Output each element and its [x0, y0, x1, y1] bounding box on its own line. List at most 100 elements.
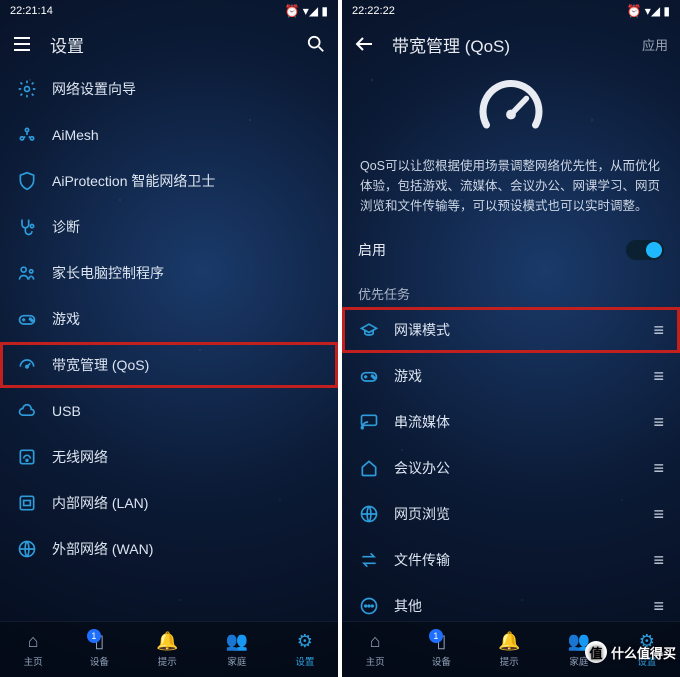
sidebar-item-wan[interactable]: 外部网络 (WAN) — [0, 526, 338, 572]
lan-icon — [16, 492, 38, 514]
watermark: 值 什么值得买 — [585, 641, 676, 663]
status-icons: ⏰ ▾◢ ▮ — [627, 4, 670, 18]
header: 设置 — [0, 22, 338, 66]
task-item-online-class[interactable]: 网课模式 ≡ — [342, 307, 680, 353]
drag-handle-icon[interactable]: ≡ — [653, 366, 664, 387]
task-label: 网课模式 — [394, 320, 450, 340]
bell-icon: 🔔 — [498, 631, 520, 652]
task-item-browsing[interactable]: 网页浏览 ≡ — [342, 491, 680, 537]
sidebar-item-aimesh[interactable]: AiMesh — [0, 112, 338, 158]
task-item-other[interactable]: 其他 ≡ — [342, 583, 680, 621]
nav-home[interactable]: ⌂主页 — [366, 631, 385, 668]
status-icons: ⏰ ▾◢ ▮ — [285, 4, 328, 18]
drag-handle-icon[interactable]: ≡ — [653, 596, 664, 617]
task-label: 文件传输 — [394, 550, 450, 570]
more-icon — [358, 595, 380, 617]
item-label: 游戏 — [52, 309, 80, 329]
globe-icon — [16, 538, 38, 560]
drag-handle-icon[interactable]: ≡ — [653, 504, 664, 525]
page-title: 设置 — [50, 32, 288, 57]
transfer-icon — [358, 549, 380, 571]
sidebar-item-qos[interactable]: 带宽管理 (QoS) — [0, 342, 338, 388]
sidebar-item-parental[interactable]: 家长电脑控制程序 — [0, 250, 338, 296]
home-icon — [358, 457, 380, 479]
task-item-streaming[interactable]: 串流媒体 ≡ — [342, 399, 680, 445]
item-label: 外部网络 (WAN) — [52, 539, 153, 559]
enable-row: 启用 — [342, 230, 680, 270]
nav-family[interactable]: 👥家庭 — [226, 631, 248, 668]
task-label: 会议办公 — [394, 458, 450, 478]
drag-handle-icon[interactable]: ≡ — [653, 412, 664, 433]
menu-icon[interactable] — [12, 34, 32, 54]
watermark-badge-icon: 值 — [585, 641, 607, 663]
nav-alerts[interactable]: 🔔提示 — [156, 631, 178, 668]
page-title: 带宽管理 (QoS) — [392, 32, 624, 57]
task-label: 网页浏览 — [394, 504, 450, 524]
gamepad-icon — [358, 365, 380, 387]
drag-handle-icon[interactable]: ≡ — [653, 320, 664, 341]
statusbar: 22:22:22 ⏰ ▾◢ ▮ — [342, 0, 680, 22]
header: 带宽管理 (QoS) 应用 — [342, 22, 680, 66]
nav-alerts[interactable]: 🔔提示 — [498, 631, 520, 668]
sidebar-item-usb[interactable]: USB — [0, 388, 338, 434]
task-item-game[interactable]: 游戏 ≡ — [342, 353, 680, 399]
nav-devices[interactable]: 1▯设备 — [432, 631, 451, 668]
gear-icon — [16, 78, 38, 100]
stethoscope-icon — [16, 216, 38, 238]
cast-icon — [358, 411, 380, 433]
wifi-icon — [16, 446, 38, 468]
priority-section-label: 优先任务 — [342, 270, 680, 307]
qos-content: QoS可以让您根据使用场景调整网络优先性，从而优化体验，包括游戏、流媒体、会议办… — [342, 66, 680, 621]
task-item-meeting[interactable]: 会议办公 ≡ — [342, 445, 680, 491]
gauge-icon — [16, 354, 38, 376]
sidebar-item-wireless[interactable]: 无线网络 — [0, 434, 338, 480]
sidebar-item-lan[interactable]: 内部网络 (LAN) — [0, 480, 338, 526]
status-time: 22:21:14 — [10, 5, 53, 17]
phone-left: 22:21:14 ⏰ ▾◢ ▮ 设置 网络设置向导 AiMesh AiProte… — [0, 0, 338, 677]
item-label: 带宽管理 (QoS) — [52, 355, 149, 375]
apply-button[interactable]: 应用 — [642, 35, 668, 54]
item-label: AiMesh — [52, 127, 99, 143]
mesh-icon — [16, 124, 38, 146]
gear-icon: ⚙ — [297, 631, 313, 652]
task-label: 其他 — [394, 596, 422, 616]
task-item-file-transfer[interactable]: 文件传输 ≡ — [342, 537, 680, 583]
badge: 1 — [429, 629, 443, 643]
enable-label: 启用 — [358, 240, 386, 260]
settings-list: 网络设置向导 AiMesh AiProtection 智能网络卫士 诊断 家长电… — [0, 66, 338, 621]
item-label: 网络设置向导 — [52, 79, 136, 99]
sidebar-item-network-wizard[interactable]: 网络设置向导 — [0, 66, 338, 112]
family-icon: 👥 — [226, 631, 248, 652]
cloud-icon — [16, 400, 38, 422]
home-icon: ⌂ — [28, 631, 39, 652]
back-icon[interactable] — [354, 34, 374, 54]
nav-settings[interactable]: ⚙设置 — [295, 631, 314, 668]
shield-icon — [16, 170, 38, 192]
sidebar-item-game[interactable]: 游戏 — [0, 296, 338, 342]
sidebar-item-diagnose[interactable]: 诊断 — [0, 204, 338, 250]
statusbar: 22:21:14 ⏰ ▾◢ ▮ — [0, 0, 338, 22]
nav-home[interactable]: ⌂主页 — [24, 631, 43, 668]
task-label: 串流媒体 — [394, 412, 450, 432]
sidebar-item-aiprotection[interactable]: AiProtection 智能网络卫士 — [0, 158, 338, 204]
status-time: 22:22:22 — [352, 5, 395, 17]
enable-toggle[interactable] — [626, 240, 664, 260]
nav-devices[interactable]: 1▯设备 — [90, 631, 109, 668]
bell-icon: 🔔 — [156, 631, 178, 652]
home-icon: ⌂ — [370, 631, 381, 652]
phone-right: 22:22:22 ⏰ ▾◢ ▮ 带宽管理 (QoS) 应用 QoS可以让您根据使… — [342, 0, 680, 677]
search-icon[interactable] — [306, 34, 326, 54]
badge: 1 — [87, 629, 101, 643]
globe-icon — [358, 503, 380, 525]
bottom-nav: ⌂主页 1▯设备 🔔提示 👥家庭 ⚙设置 — [0, 621, 338, 677]
task-label: 游戏 — [394, 366, 422, 386]
drag-handle-icon[interactable]: ≡ — [653, 458, 664, 479]
drag-handle-icon[interactable]: ≡ — [653, 550, 664, 571]
item-label: 内部网络 (LAN) — [52, 493, 148, 513]
family-icon — [16, 262, 38, 284]
item-label: 无线网络 — [52, 447, 108, 467]
gamepad-icon — [16, 308, 38, 330]
item-label: AiProtection 智能网络卫士 — [52, 171, 215, 191]
item-label: USB — [52, 403, 81, 419]
watermark-text: 什么值得买 — [611, 643, 676, 662]
